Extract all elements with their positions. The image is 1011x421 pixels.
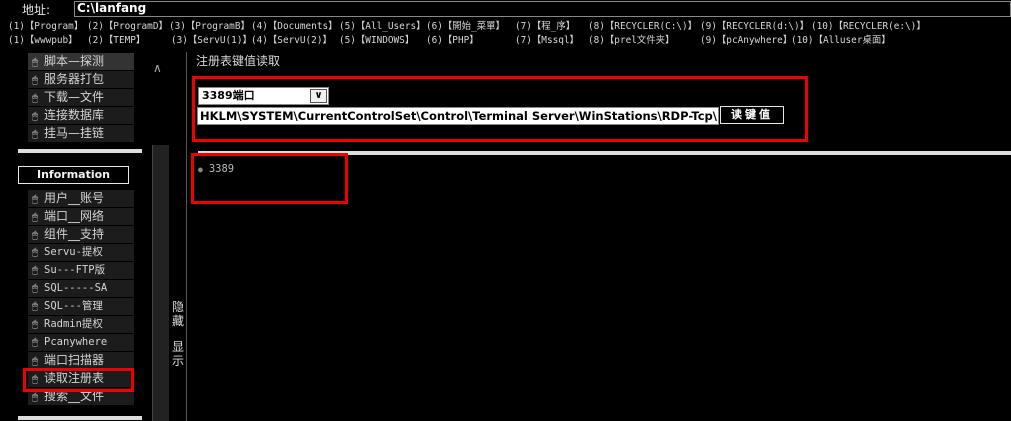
sidebar-item-servu-escalate[interactable]: 🖱 Servu-提权 bbox=[28, 244, 134, 261]
address-input[interactable]: C:\lanfang bbox=[74, 1, 1011, 17]
mouse-icon: 🖱 bbox=[32, 129, 38, 140]
sidebar-separator bbox=[18, 149, 142, 153]
sidebar-item-label: 下载—文件 bbox=[44, 90, 105, 104]
quick-link[interactable]: (3)【ProgramB】 bbox=[169, 20, 250, 34]
chevron-up-icon[interactable]: ∧ bbox=[153, 61, 162, 75]
port-select-value: 3389端口 bbox=[202, 89, 255, 102]
quick-link[interactable]: (2)【TEMP】 bbox=[87, 34, 145, 48]
sidebar-item-download-file[interactable]: 🖱 下载—文件 bbox=[28, 89, 134, 106]
sidebar-item-label: 连接数据库 bbox=[44, 108, 105, 122]
chevron-down-icon[interactable]: ∨ bbox=[310, 89, 327, 103]
quick-link[interactable]: (3)【ServU(1)】 bbox=[171, 34, 252, 48]
mouse-icon: 🖱 bbox=[32, 75, 38, 86]
quick-link[interactable]: (4)【ServU(2)】 bbox=[251, 34, 332, 48]
address-label: 地址: bbox=[22, 3, 51, 17]
mouse-icon: 🖱 bbox=[32, 93, 38, 104]
mouse-icon: 🖱 bbox=[32, 57, 38, 68]
sidebar-item-read-registry[interactable]: 🖱 读取注册表 bbox=[28, 370, 134, 387]
quick-link[interactable]: (6)【PHP】 bbox=[426, 34, 479, 48]
registry-path-input[interactable]: HKLM\SYSTEM\CurrentControlSet\Control\Te… bbox=[197, 107, 719, 125]
mouse-icon: 🖱 bbox=[32, 301, 38, 312]
sidebar-item-label: Radmin提权 bbox=[44, 318, 103, 330]
address-bar: 地址: C:\lanfang bbox=[0, 0, 1011, 18]
result-line: ● 3389 bbox=[198, 163, 234, 175]
quick-link[interactable]: (5)【WINDOWS】 bbox=[339, 34, 414, 48]
sidebar-item-label: 端口__网络 bbox=[44, 209, 105, 223]
sidebar-item-hang-link[interactable]: 🖱 挂马—挂链 bbox=[28, 125, 134, 142]
sidebar-item-search-file[interactable]: 🖱 搜索__文件 bbox=[28, 388, 134, 405]
quick-link[interactable]: (6)【開始_菜單】 bbox=[426, 20, 505, 34]
mouse-icon: 🖱 bbox=[32, 230, 38, 241]
quick-link[interactable]: (5)【All_Users】 bbox=[339, 20, 425, 34]
content-separator bbox=[198, 151, 1011, 155]
sidebar-item-label: Servu-提权 bbox=[44, 246, 103, 258]
mouse-icon: 🖱 bbox=[32, 111, 38, 122]
sidebar-item-label: 服务器打包 bbox=[44, 72, 105, 86]
mouse-icon: 🖱 bbox=[32, 247, 38, 258]
quick-link[interactable]: (9)【RECYCLER(d:\)】 bbox=[700, 20, 809, 34]
sidebar-item-label: 搜索__文件 bbox=[44, 389, 105, 403]
sidebar-item-label: 脚本—探测 bbox=[44, 54, 105, 68]
mouse-icon: 🖱 bbox=[32, 356, 38, 367]
sidebar-item-port-scanner[interactable]: 🖱 端口扫描器 bbox=[28, 352, 134, 369]
sidebar-item-server-pack[interactable]: 🖱 服务器打包 bbox=[28, 71, 134, 88]
quick-link[interactable]: (7)【程_序】 bbox=[515, 20, 575, 34]
sidebar-item-label: 组件__支持 bbox=[44, 227, 105, 241]
sidebar-scrollbar[interactable] bbox=[152, 145, 169, 421]
sidebar-item-label: SQL---管理 bbox=[44, 300, 103, 312]
quick-link[interactable]: (10)【Alluser桌面】 bbox=[791, 34, 891, 48]
quick-link[interactable]: (8)【prel文件夹】 bbox=[588, 34, 674, 48]
quick-links: (1)【Program】 (2)【ProgramD】 (3)【ProgramB】… bbox=[8, 20, 1008, 48]
sidebar: 🖱 脚本—探测 🖱 服务器打包 🖱 下载—文件 🖱 连接数据库 🖱 挂马—挂链 Infor… bbox=[0, 52, 152, 421]
quick-link[interactable]: (1)【wwwpub】 bbox=[8, 34, 78, 48]
show-label: 显示 bbox=[171, 340, 184, 368]
mouse-icon: 🖱 bbox=[32, 374, 38, 385]
sidebar-item-label: 用户__账号 bbox=[44, 191, 105, 205]
sidebar-item-su-ftp[interactable]: 🖱 Su---FTP版 bbox=[28, 262, 134, 279]
mouse-icon: 🖱 bbox=[32, 392, 38, 403]
panel-divider bbox=[186, 52, 187, 421]
sidebar-item-label: 端口扫描器 bbox=[44, 353, 105, 367]
sidebar-item-pcanywhere[interactable]: 🖱 Pcanywhere bbox=[28, 334, 134, 351]
quick-link[interactable]: (1)【Program】 bbox=[8, 20, 83, 34]
read-key-button[interactable]: 读键值 bbox=[720, 106, 784, 124]
quick-link[interactable]: (4)【Documents】 bbox=[251, 20, 337, 34]
page-title: 注册表键值读取 bbox=[196, 54, 281, 68]
quick-links-row-2: (1)【wwwpub】 (2)【TEMP】 (3)【ServU(1)】 (4)【… bbox=[8, 34, 1008, 48]
mouse-icon: 🖱 bbox=[32, 337, 38, 348]
quick-link[interactable]: (8)【RECYCLER(C:\)】 bbox=[588, 20, 697, 34]
sidebar-item-label: Pcanywhere bbox=[44, 336, 108, 348]
mouse-icon: 🖱 bbox=[32, 194, 38, 205]
quick-link[interactable]: (2)【ProgramD】 bbox=[87, 20, 168, 34]
quick-link[interactable]: (10)【RECYCLER(e:\)】 bbox=[811, 20, 926, 34]
sidebar-item-user-account[interactable]: 🖱 用户__账号 bbox=[28, 190, 134, 207]
sidebar-item-sql-manage[interactable]: 🖱 SQL---管理 bbox=[28, 298, 134, 315]
sidebar-item-label: 读取注册表 bbox=[44, 371, 105, 385]
information-button[interactable]: Information bbox=[18, 166, 129, 184]
hide-label: 隐藏 bbox=[171, 300, 184, 328]
sidebar-item-component-support[interactable]: 🖱 组件__支持 bbox=[28, 226, 134, 243]
sidebar-item-label: 挂马—挂链 bbox=[44, 126, 105, 140]
sidebar-item-label: SQL-----SA bbox=[44, 282, 108, 294]
hide-show-toggle[interactable]: 隐藏 显示 bbox=[171, 300, 185, 368]
highlight-box-result bbox=[191, 153, 348, 204]
sidebar-separator bbox=[18, 416, 142, 420]
quick-link[interactable]: (7)【Mssql】 bbox=[515, 34, 579, 48]
quick-links-row-1: (1)【Program】 (2)【ProgramD】 (3)【ProgramB】… bbox=[8, 20, 1008, 34]
mouse-icon: 🖱 bbox=[32, 283, 38, 294]
mouse-icon: 🖱 bbox=[32, 265, 38, 276]
sidebar-item-sql-sa[interactable]: 🖱 SQL-----SA bbox=[28, 280, 134, 297]
mouse-icon: 🖱 bbox=[32, 319, 38, 330]
sidebar-item-connect-db[interactable]: 🖱 连接数据库 bbox=[28, 107, 134, 124]
result-value: 3389 bbox=[208, 163, 235, 175]
sidebar-item-label: Su---FTP版 bbox=[44, 264, 106, 276]
port-select[interactable]: 3389端口 ∨ bbox=[198, 87, 329, 105]
quick-link[interactable]: (9)【pcAnywhere】 bbox=[700, 34, 792, 48]
bullet-icon: ● bbox=[198, 165, 203, 174]
sidebar-item-radmin-escalate[interactable]: 🖱 Radmin提权 bbox=[28, 316, 134, 333]
mouse-icon: 🖱 bbox=[32, 212, 38, 223]
sidebar-item-script-probe[interactable]: 🖱 脚本—探测 bbox=[28, 53, 134, 70]
sidebar-item-port-network[interactable]: 🖱 端口__网络 bbox=[28, 208, 134, 225]
